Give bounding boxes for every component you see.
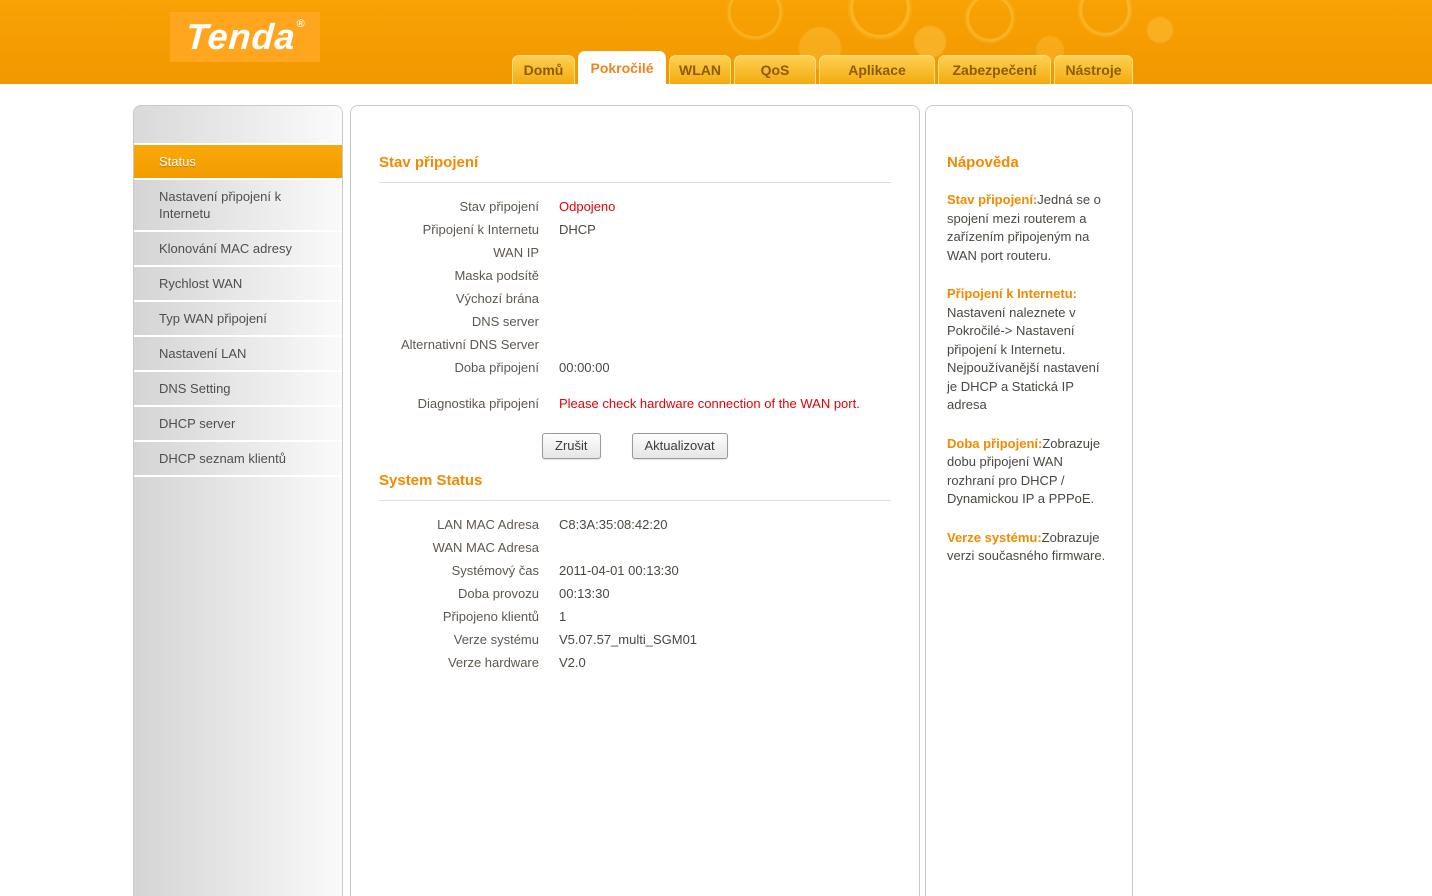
- help-text: Nastavení naleznete v Pokročilé-> Nastav…: [947, 305, 1099, 413]
- field-row: Stav připojení Odpojeno: [379, 198, 891, 215]
- field-row: Alternativní DNS Server: [379, 336, 891, 353]
- help-topic: Doba připojení:Zobrazuje dobu připojení …: [947, 435, 1111, 509]
- help-term: Připojení k Internetu:: [947, 286, 1077, 301]
- sidebar-item-klonovani-mac[interactable]: Klonování MAC adresy: [134, 232, 342, 267]
- lan-mac-value: C8:3A:35:08:42:20: [559, 516, 667, 533]
- help-topic: Připojení k Internetu: Nastavení nalezne…: [947, 285, 1111, 415]
- clients-count-value: 1: [559, 608, 566, 625]
- field-label: WAN MAC Adresa: [379, 539, 539, 556]
- divider: [379, 182, 891, 183]
- tab-aplikace[interactable]: Aplikace: [819, 55, 935, 84]
- field-row: DNS server: [379, 313, 891, 330]
- internet-connection-value: DHCP: [559, 221, 596, 238]
- sidebar-menu: Status Nastavení připojení k Internetu K…: [133, 105, 343, 896]
- field-label: Výchozí brána: [379, 290, 539, 307]
- field-row: Verze hardware V2.0: [379, 654, 891, 671]
- help-topic: Stav připojení:Jedná se o spojení mezi r…: [947, 191, 1111, 265]
- sidebar-item-dhcp-seznam[interactable]: DHCP seznam klientů: [134, 442, 342, 477]
- field-row: Připojeno klientů 1: [379, 608, 891, 625]
- field-label: Doba připojení: [379, 359, 539, 376]
- registered-mark: ®: [296, 18, 306, 30]
- sidebar-item-dns-setting[interactable]: DNS Setting: [134, 372, 342, 407]
- cancel-button[interactable]: Zrušit: [542, 433, 601, 459]
- field-row: LAN MAC Adresa C8:3A:35:08:42:20: [379, 516, 891, 533]
- tab-pokrocile[interactable]: Pokročilé: [578, 51, 666, 84]
- field-label: Připojeno klientů: [379, 608, 539, 625]
- field-label: Alternativní DNS Server: [379, 336, 539, 353]
- header-banner: Tenda® Domů Pokročilé WLAN QoS Aplikace …: [0, 0, 1432, 84]
- tab-wlan[interactable]: WLAN: [669, 55, 731, 84]
- running-time-value: 00:13:30: [559, 585, 610, 602]
- field-label: Verze systému: [379, 631, 539, 648]
- tab-zabezpeceni[interactable]: Zabezpečení: [938, 55, 1051, 84]
- help-term: Stav připojení:: [947, 192, 1037, 207]
- help-term: Doba připojení:: [947, 436, 1042, 451]
- field-row: WAN IP: [379, 244, 891, 261]
- field-label: WAN IP: [379, 244, 539, 261]
- field-label: Doba provozu: [379, 585, 539, 602]
- connection-status-title: Stav připojení: [379, 154, 891, 171]
- connection-status-value: Odpojeno: [559, 198, 615, 215]
- sidebar-item-nastaveni-pripojeni[interactable]: Nastavení připojení k Internetu: [134, 180, 342, 232]
- field-row: Systémový čas 2011-04-01 00:13:30: [379, 562, 891, 579]
- field-row: Připojení k Internetu DHCP: [379, 221, 891, 238]
- main-content-panel: Stav připojení Stav připojení Odpojeno Př…: [350, 105, 920, 896]
- field-row: Doba provozu 00:13:30: [379, 585, 891, 602]
- diagnostics-message: Please check hardware connection of the …: [559, 395, 860, 412]
- top-nav-tabs: Domů Pokročilé WLAN QoS Aplikace Zabezpe…: [512, 51, 1133, 84]
- help-title: Nápověda: [947, 154, 1111, 171]
- tab-nastroje[interactable]: Nástroje: [1054, 55, 1133, 84]
- divider: [379, 500, 891, 501]
- firmware-version-value: V5.07.57_multi_SGM01: [559, 631, 697, 648]
- field-row: WAN MAC Adresa: [379, 539, 891, 556]
- help-panel: Nápověda Stav připojení:Jedná se o spoje…: [925, 105, 1133, 896]
- sidebar-item-typ-wan[interactable]: Typ WAN připojení: [134, 302, 342, 337]
- sidebar-spacer: [134, 106, 342, 145]
- field-label: DNS server: [379, 313, 539, 330]
- tab-qos[interactable]: QoS: [734, 55, 816, 84]
- tenda-logo-text: Tenda®: [184, 19, 305, 55]
- field-label: Verze hardware: [379, 654, 539, 671]
- field-row: Doba připojení 00:00:00: [379, 359, 891, 376]
- field-label: Systémový čas: [379, 562, 539, 579]
- tab-domu[interactable]: Domů: [512, 55, 575, 84]
- sidebar-item-dhcp-server[interactable]: DHCP server: [134, 407, 342, 442]
- field-label: Diagnostika připojení: [379, 395, 539, 412]
- field-label: Připojení k Internetu: [379, 221, 539, 238]
- refresh-button[interactable]: Aktualizovat: [632, 433, 728, 459]
- button-row: Zrušit Aktualizovat: [542, 433, 891, 459]
- help-term: Verze systému:: [947, 530, 1042, 545]
- system-time-value: 2011-04-01 00:13:30: [559, 562, 679, 579]
- field-row: Maska podsítě: [379, 267, 891, 284]
- field-row: Verze systému V5.07.57_multi_SGM01: [379, 631, 891, 648]
- sidebar-item-nastaveni-lan[interactable]: Nastavení LAN: [134, 337, 342, 372]
- field-row: Výchozí brána: [379, 290, 891, 307]
- hardware-version-value: V2.0: [559, 654, 586, 671]
- uptime-value: 00:00:00: [559, 359, 610, 376]
- help-topic: Verze systému:Zobrazuje verzi současného…: [947, 529, 1111, 566]
- tenda-logo: Tenda®: [170, 12, 320, 62]
- field-label: LAN MAC Adresa: [379, 516, 539, 533]
- field-label: Maska podsítě: [379, 267, 539, 284]
- sidebar-item-rychlost-wan[interactable]: Rychlost WAN: [134, 267, 342, 302]
- sidebar-item-status[interactable]: Status: [134, 145, 342, 180]
- diagnostics-row: Diagnostika připojení Please check hardwa…: [379, 395, 891, 412]
- field-label: Stav připojení: [379, 198, 539, 215]
- system-status-title: System Status: [379, 472, 891, 489]
